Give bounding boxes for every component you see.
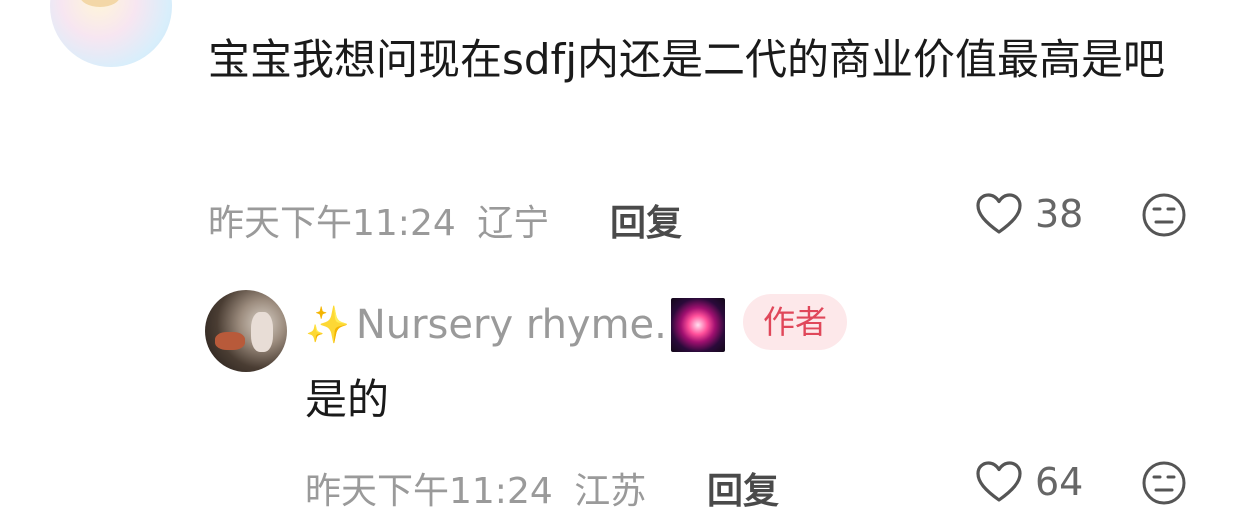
comment-text: 宝宝我想问现在sdfj内还是二代的商业价值最高是吧 [208,35,1165,84]
comment-location: 辽宁 [477,203,550,244]
reply-meta: 昨天下午11:24 江苏 [305,462,646,514]
reply-reply-button[interactable]: 回复 [707,462,779,514]
reply-like-count: 64 [1035,460,1084,504]
reply-time: 昨天下午11:24 [305,471,553,512]
replier-username[interactable]: ✨ Nursery rhyme. [305,298,725,352]
author-badge: 作者 [743,294,847,350]
reply-like-button[interactable]: 64 [975,460,1083,504]
username-text: Nursery rhyme. [355,302,667,348]
reply-text: 是的 [305,375,390,424]
sparkle-emoji: ✨ [305,305,350,346]
heart-icon [976,461,1022,502]
heart-icon [976,193,1022,234]
comment-like-count: 38 [1035,192,1084,236]
comment-time: 昨天下午11:24 [208,203,456,244]
commenter-avatar[interactable] [50,0,172,67]
replier-avatar[interactable] [205,290,287,372]
neutral-face-icon[interactable] [1141,460,1187,506]
comment-meta: 昨天下午11:24 辽宁 [208,194,549,246]
comment-reply-button[interactable]: 回复 [610,194,682,246]
comment-like-button[interactable]: 38 [975,192,1083,236]
neutral-face-icon[interactable] [1141,192,1187,238]
reply-location: 江苏 [574,471,647,512]
firework-emoji [670,298,725,352]
